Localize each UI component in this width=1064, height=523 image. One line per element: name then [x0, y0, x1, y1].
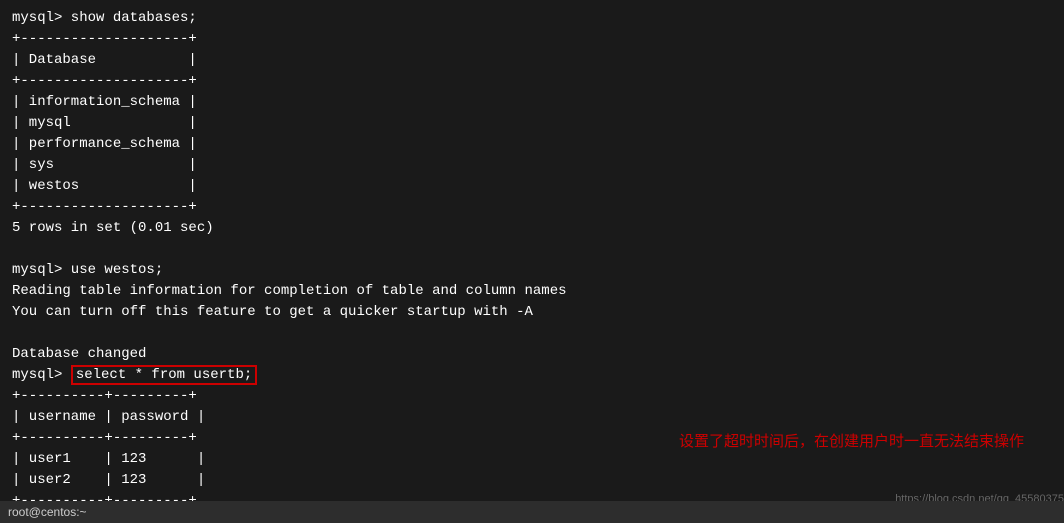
terminal-line [12, 239, 1052, 260]
terminal-line: | information_schema | [12, 92, 1052, 113]
select-command-highlight: select * from usertb; [71, 365, 257, 385]
terminal-line: 5 rows in set (0.01 sec) [12, 218, 1052, 239]
terminal-line: | westos | [12, 176, 1052, 197]
terminal-line: +--------------------+ [12, 29, 1052, 50]
terminal-window: mysql> show databases; +----------------… [0, 0, 1064, 523]
terminal-line: Database changed [12, 344, 1052, 365]
terminal-line: +--------------------+ [12, 197, 1052, 218]
terminal-line: You can turn off this feature to get a q… [12, 302, 1052, 323]
terminal-line: | performance_schema | [12, 134, 1052, 155]
terminal-line: | username | password | [12, 407, 1052, 428]
terminal-line: | Database | [12, 50, 1052, 71]
prompt: mysql> [12, 367, 71, 383]
terminal-line: mysql> use westos; [12, 260, 1052, 281]
terminal-line [12, 323, 1052, 344]
terminal-line: | mysql | [12, 113, 1052, 134]
terminal-line: +--------------------+ [12, 71, 1052, 92]
taskbar-label: root@centos:~ [8, 505, 87, 519]
terminal-line: | user1 | 123 | [12, 449, 1052, 470]
terminal-line: mysql> show databases; [12, 8, 1052, 29]
annotation-text: 设置了超时时间后，在创建用户时一直无法结束操作 [679, 430, 1024, 451]
terminal-line: | user2 | 123 | [12, 470, 1052, 491]
terminal-line: +----------+---------+ [12, 386, 1052, 407]
terminal-line: | sys | [12, 155, 1052, 176]
taskbar: root@centos:~ [0, 501, 1064, 523]
select-command-line: mysql> select * from usertb; [12, 365, 1052, 386]
terminal-line: Reading table information for completion… [12, 281, 1052, 302]
